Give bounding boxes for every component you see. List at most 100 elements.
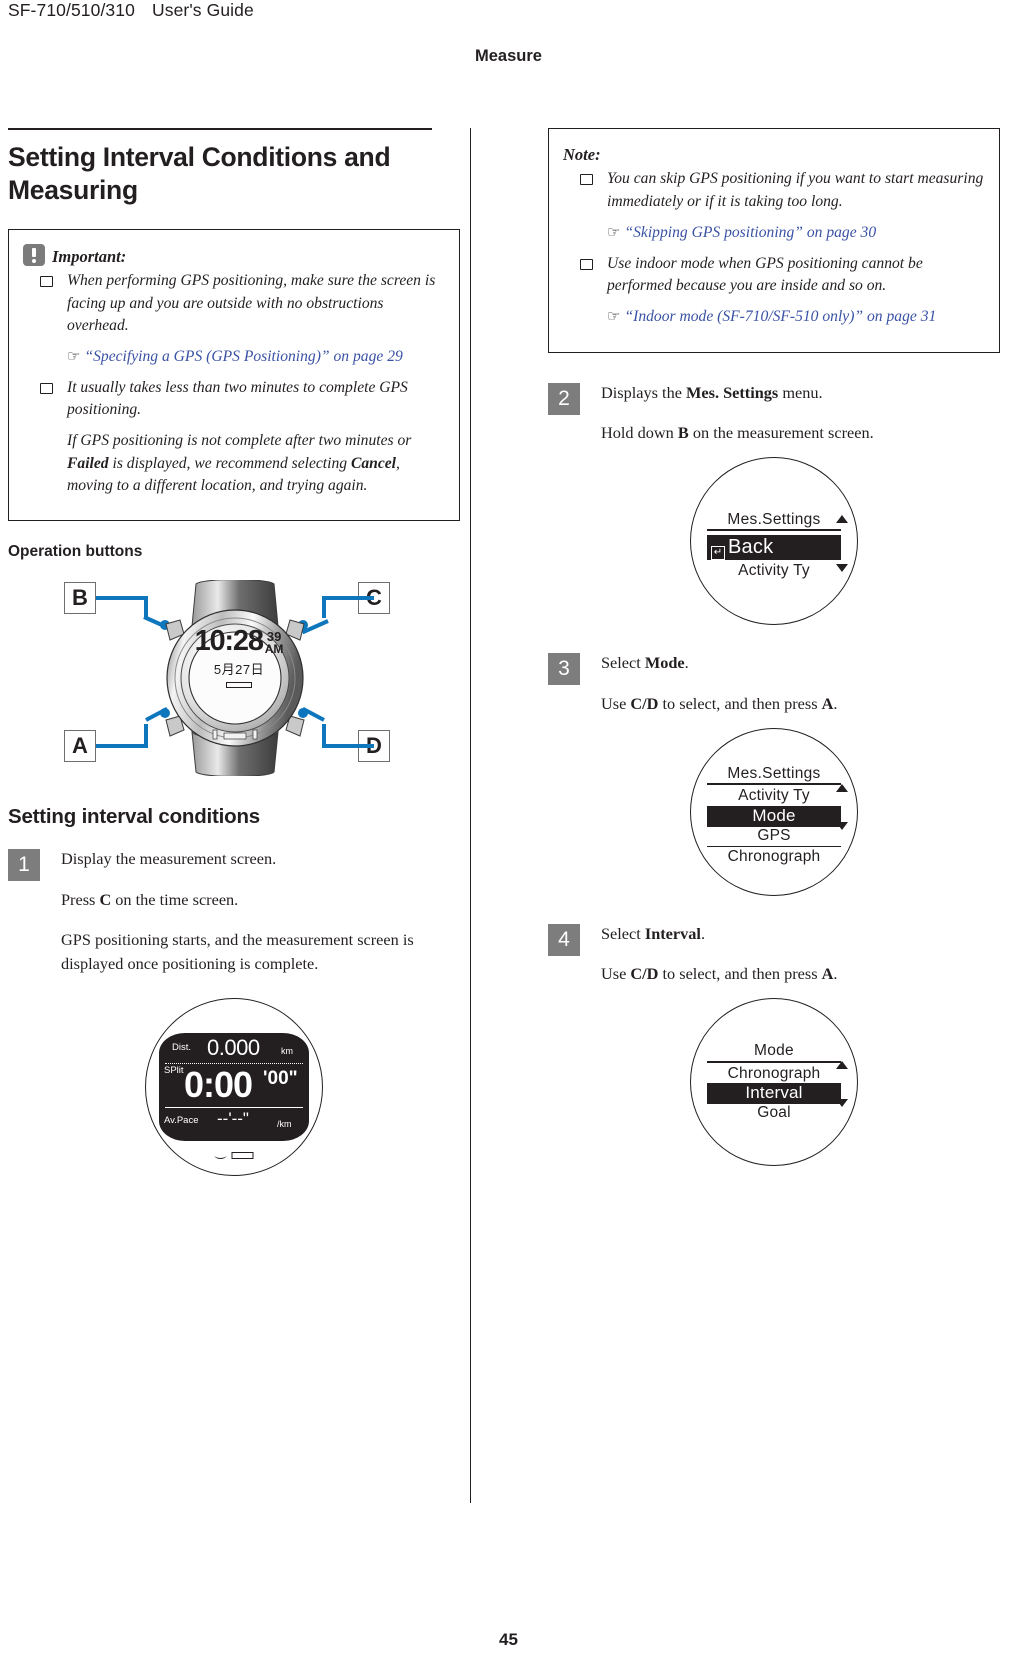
step-3-line2: Use C/D to select, and then press A. bbox=[601, 692, 1000, 716]
step-1-number: 1 bbox=[8, 848, 40, 881]
step-4-body: Select Interval. Use C/D to select, and … bbox=[601, 922, 1000, 987]
step-3-row-gps[interactable]: GPS bbox=[707, 827, 841, 846]
step-3-line2-mid: to select, and then press bbox=[658, 693, 822, 713]
step-4-line2-post: . bbox=[833, 964, 838, 984]
mes-settings-term: Mes. Settings bbox=[686, 382, 779, 402]
step-3-line1: Select Mode. bbox=[601, 651, 1000, 675]
scroll-up-icon[interactable] bbox=[836, 1061, 848, 1070]
step-4-line1-pre: Select bbox=[601, 923, 645, 943]
gps-wave-icon bbox=[214, 1152, 227, 1159]
step-2-line1-pre: Displays the bbox=[601, 382, 687, 402]
battery-icon bbox=[231, 1151, 254, 1159]
step-3-lcd-title: Mes.Settings bbox=[707, 765, 841, 785]
chapter-heading: Measure bbox=[475, 47, 542, 65]
step-4-row-interval[interactable]: Interval bbox=[707, 1083, 841, 1105]
step-4-row-goal[interactable]: Goal bbox=[707, 1104, 841, 1123]
split-value: 0:00 bbox=[184, 1063, 253, 1105]
watch-lcd-readout: 10:28 39 AM 5月27日 bbox=[184, 627, 294, 689]
button-a-term: A bbox=[821, 693, 834, 713]
step-4-line2-mid: to select, and then press bbox=[658, 964, 822, 984]
step-3-row-activity[interactable]: Activity Ty bbox=[707, 787, 841, 806]
step-4-line1-post: . bbox=[700, 923, 706, 943]
step-3-line2-pre: Use bbox=[601, 693, 631, 713]
note-bullet-1-xref[interactable]: ☞ “Skipping GPS positioning” on page 30 bbox=[607, 222, 985, 244]
step-4-number: 4 bbox=[548, 923, 580, 956]
buttons-cd-term: C/D bbox=[630, 964, 659, 984]
step-1: 1 Display the measurement screen. Press … bbox=[8, 847, 460, 976]
note-bullet-2-xref-text: “Indoor mode (SF-710/SF-510 only)” on pa… bbox=[624, 308, 937, 326]
cancel-term: Cancel bbox=[350, 454, 397, 472]
important-bullet-2: It usually takes less than two minutes t… bbox=[23, 377, 445, 497]
pace-label: Av.Pace bbox=[164, 1114, 199, 1126]
dist-value: 0.000 bbox=[207, 1034, 260, 1060]
step-4-line2: Use C/D to select, and then press A. bbox=[601, 962, 1000, 986]
section-heading: Setting interval conditions bbox=[8, 804, 261, 828]
buttons-cd-term: C/D bbox=[630, 693, 659, 713]
step-4-line2-pre: Use bbox=[601, 964, 631, 984]
step-2-line1: Displays the Mes. Settings menu. bbox=[601, 381, 1000, 405]
interval-term: Interval bbox=[644, 923, 701, 943]
step-3-watch-bezel: Mes.Settings Activity Ty Mode GPS Chrono… bbox=[690, 727, 858, 896]
scroll-down-icon[interactable] bbox=[836, 1099, 848, 1108]
title-rule bbox=[8, 128, 432, 130]
scroll-down-icon[interactable] bbox=[836, 821, 848, 830]
step-3-line2-post: . bbox=[833, 693, 838, 713]
scroll-down-icon[interactable] bbox=[836, 564, 848, 573]
important-bullet-2-text: It usually takes less than two minutes t… bbox=[67, 379, 408, 419]
measurement-watch-bezel: Dist. 0.000 km SPlit 0:00 '00" Av.Pace -… bbox=[145, 997, 323, 1176]
step-4-line1: Select Interval. bbox=[601, 922, 1000, 946]
step-3-line1-pre: Select bbox=[601, 653, 645, 673]
watch-date: 5月27日 bbox=[213, 662, 265, 678]
callout-a: A bbox=[64, 729, 96, 762]
pointing-hand-icon: ☞ bbox=[67, 348, 80, 365]
step-2-number: 2 bbox=[548, 382, 580, 415]
step-3-row-chronograph[interactable]: Chronograph bbox=[707, 845, 841, 867]
important-bullet-list: When performing GPS positioning, make su… bbox=[23, 270, 445, 496]
dist-unit: km bbox=[281, 1045, 293, 1056]
right-column: Note: You can skip GPS positioning if yo… bbox=[548, 128, 1000, 1170]
step-2-row-activity[interactable]: Activity Ty bbox=[707, 562, 841, 581]
step-2-lcd-title: Mes.Settings bbox=[707, 511, 841, 532]
step-2-line2-pre: Hold down bbox=[601, 423, 678, 443]
step-3-screen-figure: Mes.Settings Activity Ty Mode GPS Chrono… bbox=[548, 727, 1000, 896]
note-box: Note: You can skip GPS positioning if yo… bbox=[548, 128, 1000, 353]
step-1-line2-pre: Press bbox=[61, 889, 100, 909]
measurement-screen-figure: Dist. 0.000 km SPlit 0:00 '00" Av.Pace -… bbox=[8, 997, 460, 1176]
note-bullet-2-text: Use indoor mode when GPS positioning can… bbox=[607, 255, 923, 295]
step-2-screen-figure: Mes.Settings ↵ Back Activity Ty bbox=[548, 457, 1000, 626]
important-bullet-1-xref[interactable]: ☞ “Specifying a GPS (GPS Positioning)” on… bbox=[67, 346, 445, 368]
pointing-hand-icon: ☞ bbox=[607, 309, 620, 326]
step-3-line1-post: . bbox=[684, 653, 689, 673]
important-bullet-1-text: When performing GPS positioning, make su… bbox=[67, 272, 436, 334]
important-bullet-1: When performing GPS positioning, make su… bbox=[23, 270, 445, 368]
pointing-hand-icon: ☞ bbox=[607, 224, 620, 241]
note-bullet-2: Use indoor mode when GPS positioning can… bbox=[563, 253, 985, 329]
step-2: 2 Displays the Mes. Settings menu. Hold … bbox=[548, 381, 1000, 446]
back-icon: ↵ bbox=[711, 546, 725, 561]
measurement-status-icons bbox=[214, 1151, 254, 1159]
operation-buttons-figure: B C A D bbox=[8, 572, 460, 777]
dist-label: Dist. bbox=[172, 1041, 191, 1053]
column-divider bbox=[470, 128, 471, 1503]
note-bullet-2-xref[interactable]: ☞ “Indoor mode (SF-710/SF-510 only)” on p… bbox=[607, 306, 985, 328]
important-icon bbox=[23, 244, 45, 267]
split-suffix: '00" bbox=[263, 1067, 298, 1089]
step-3-lcd: Mes.Settings Activity Ty Mode GPS Chrono… bbox=[707, 765, 848, 865]
button-a-term: A bbox=[821, 964, 834, 984]
step-4-row-chronograph[interactable]: Chronograph bbox=[707, 1065, 841, 1084]
running-head-model: SF-710/510/310 bbox=[8, 0, 135, 20]
step-4: 4 Select Interval. Use C/D to select, an… bbox=[548, 922, 1000, 987]
scroll-up-icon[interactable] bbox=[836, 515, 848, 524]
note-bullet-list: You can skip GPS positioning if you want… bbox=[563, 168, 985, 328]
important-label: Important: bbox=[52, 246, 127, 266]
scroll-up-icon[interactable] bbox=[836, 783, 848, 792]
note-bullet-1-text: You can skip GPS positioning if you want… bbox=[607, 170, 984, 210]
step-4-lcd: Mode Chronograph Interval Goal bbox=[707, 1043, 848, 1123]
step-2-row-back[interactable]: ↵ Back bbox=[707, 535, 841, 561]
step-2-watch-bezel: Mes.Settings ↵ Back Activity Ty bbox=[690, 457, 858, 626]
step-3-row-mode[interactable]: Mode bbox=[707, 805, 841, 827]
step-4-screen-figure: Mode Chronograph Interval Goal bbox=[548, 998, 1000, 1167]
note-label: Note: bbox=[563, 145, 601, 164]
important-box: Important: When performing GPS positioni… bbox=[8, 229, 460, 521]
step-2-lcd: Mes.Settings ↵ Back Activity Ty bbox=[707, 511, 848, 579]
